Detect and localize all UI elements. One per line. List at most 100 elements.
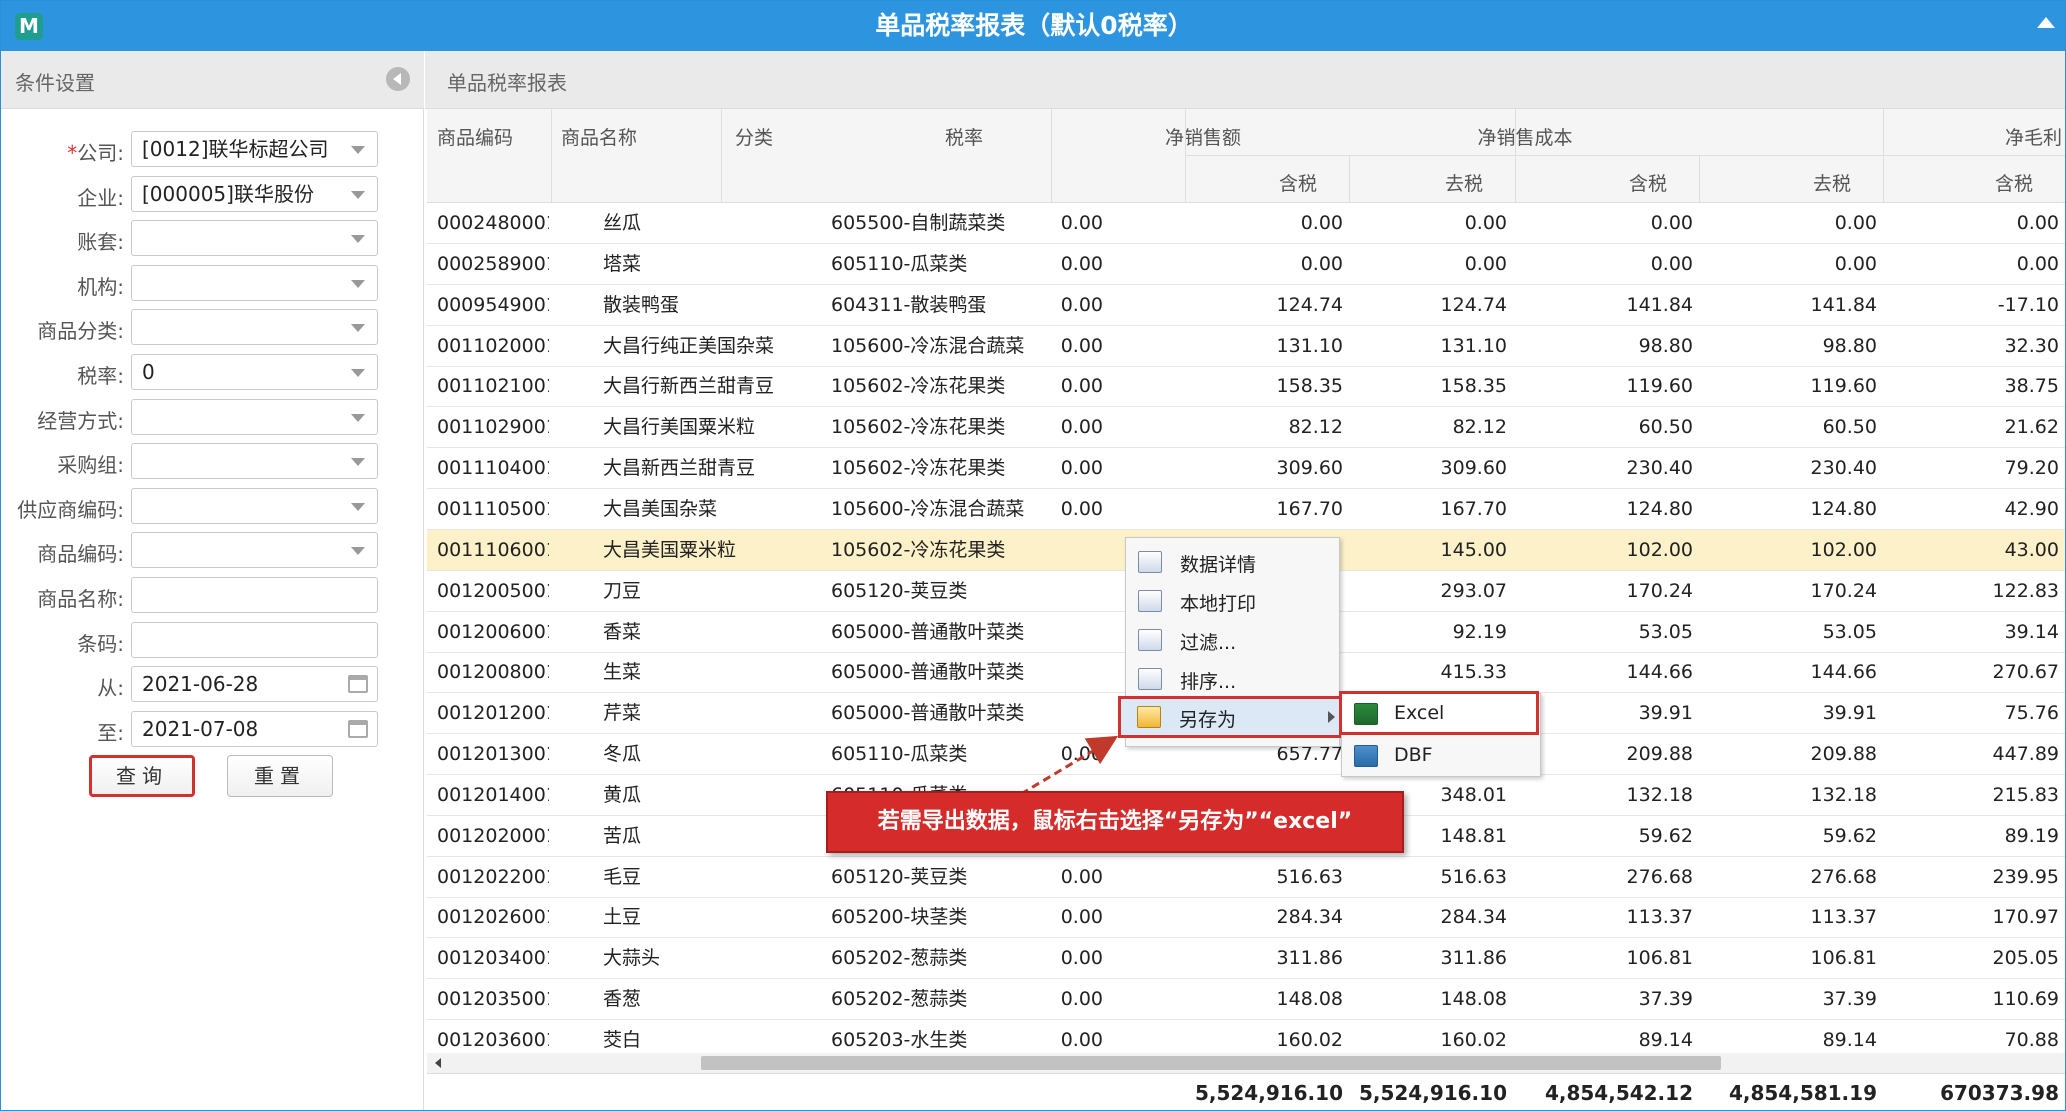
cell-cost-excl: 132.18	[1810, 783, 1877, 806]
select-field[interactable]: 0	[131, 354, 378, 390]
query-button[interactable]: 查询	[89, 755, 195, 797]
menu-item-label: 过滤...	[1180, 632, 1237, 654]
cell-sales-incl: 284.34	[1276, 906, 1343, 929]
submenu-item-excel[interactable]: Excel	[1339, 691, 1539, 735]
table-row[interactable]: 0011020001 大昌行纯正美国杂菜 105600-冷冻混合蔬菜 0.00 131.…	[427, 326, 2065, 367]
select-field[interactable]	[131, 264, 378, 301]
dropdown-arrow-icon[interactable]	[351, 190, 365, 199]
header-sales-incl[interactable]: 含税	[1279, 169, 1317, 196]
dropdown-arrow-icon[interactable]	[351, 146, 365, 154]
grid-header: 商品编码 商品名称 分类 税率 净销售额 净销售成本 净毛利 含税 去税 含税 …	[427, 109, 2065, 203]
filter-icon	[1138, 629, 1162, 651]
menu-item-save-as[interactable]: 另存为	[1118, 696, 1350, 738]
table-row[interactable]: 0012035001 香葱 605202-葱蒜类 0.00 148.08 148.08 37…	[427, 979, 2065, 1021]
select-field[interactable]: [000005]联华股份	[131, 175, 378, 212]
dropdown-arrow-icon[interactable]	[351, 413, 365, 422]
date-field[interactable]: 2021-06-28	[131, 666, 378, 703]
table-row[interactable]: 0011105001 大昌美国杂菜 105600-冷冻混合蔬菜 0.00 167.70 1…	[427, 489, 2065, 530]
cell-cost-excl: 0.00	[1834, 252, 1877, 275]
select-field[interactable]	[131, 443, 378, 480]
table-row[interactable]: 0011104001 大昌新西兰甜青豆 105602-冷冻花果类 0.00 309.60…	[427, 448, 2065, 490]
cell-name: 土豆	[603, 906, 642, 929]
table-row[interactable]: 0012034001 大蒜头 605202-葱蒜类 0.00 311.86 311.86 1…	[427, 938, 2065, 980]
menu-item-printer[interactable]: 本地打印	[1126, 581, 1341, 621]
dropdown-arrow-icon[interactable]	[351, 235, 365, 244]
cell-sales-excl: 92.19	[1452, 620, 1507, 643]
cell-cost-excl: 141.84	[1810, 293, 1877, 316]
date-field[interactable]: 2021-07-08	[131, 710, 378, 747]
menu-item-filter[interactable]: 过滤...	[1126, 620, 1341, 660]
dropdown-arrow-icon[interactable]	[351, 369, 365, 377]
field-label: 条码:	[1, 628, 124, 657]
text-field[interactable]	[131, 577, 378, 613]
cell-sales-excl: 82.12	[1452, 416, 1507, 439]
select-field[interactable]	[131, 532, 378, 569]
menu-item-data-detail[interactable]: 数据详情	[1126, 542, 1341, 582]
cell-code: 0002589001	[437, 252, 549, 275]
cell-code: 0012014001	[437, 783, 549, 806]
cell-cost-excl: 39.91	[1822, 702, 1877, 725]
table-row[interactable]: 0002589001 塔菜 605110-瓜菜类 0.00 0.00 0.00 0.00 0.…	[427, 244, 2065, 285]
header-net-cost-label: 净销售成本	[1477, 127, 1573, 149]
cell-cost-incl: 113.37	[1626, 906, 1693, 929]
data-detail-icon	[1138, 551, 1162, 573]
select-field[interactable]	[131, 309, 378, 346]
cell-tax-rate	[987, 571, 1103, 611]
cell-profit-incl: 43.00	[2004, 538, 2059, 561]
field-value: [0012]联华标超公司	[142, 137, 329, 161]
cell-sales-incl: 311.86	[1276, 947, 1343, 970]
cell-tax-rate: 0.00	[1060, 375, 1103, 398]
calendar-icon[interactable]	[348, 675, 368, 694]
header-category[interactable]: 分类	[735, 123, 773, 150]
cell-code: 0011020001	[437, 334, 549, 357]
header-code[interactable]: 商品编码	[437, 123, 513, 150]
cell-name: 刀豆	[603, 579, 642, 602]
header-name[interactable]: 商品名称	[561, 123, 637, 150]
scrollbar-thumb[interactable]	[701, 1056, 1721, 1070]
scroll-left-icon[interactable]	[435, 1058, 441, 1068]
cell-cost-incl: 170.24	[1626, 579, 1693, 602]
header-sales-excl[interactable]: 去税	[1445, 169, 1483, 196]
reset-button[interactable]: 重置	[227, 755, 333, 797]
header-net-sales-label: 净销售额	[1164, 127, 1241, 149]
field-value: 2021-07-08	[142, 716, 259, 741]
table-row[interactable]: 0011029001 大昌行美国粟米粒 105602-冷冻花果类 0.00 82.12 8…	[427, 407, 2065, 449]
collapse-up-icon[interactable]	[2037, 17, 2055, 28]
dropdown-arrow-icon[interactable]	[351, 547, 365, 556]
dropdown-arrow-icon[interactable]	[351, 279, 365, 288]
select-field[interactable]	[131, 398, 378, 435]
text-field[interactable]	[131, 621, 378, 658]
dropdown-arrow-icon[interactable]	[351, 502, 365, 511]
calendar-icon[interactable]	[348, 719, 368, 738]
table-row[interactable]: 0009549001 散装鸭蛋 604311-散装鸭蛋 0.00 124.74 124.7…	[427, 285, 2065, 326]
select-field[interactable]: [0012]联华标超公司	[131, 131, 378, 167]
cell-name: 生菜	[603, 661, 642, 684]
dropdown-arrow-icon[interactable]	[351, 458, 365, 467]
header-cost-incl[interactable]: 含税	[1629, 169, 1667, 196]
submenu-item-dbf[interactable]: DBF	[1342, 736, 1542, 776]
header-profit-incl[interactable]: 含税	[1995, 169, 2033, 196]
field-value: 0	[142, 360, 155, 384]
header-cost-excl[interactable]: 去税	[1813, 169, 1851, 196]
cell-sales-incl: 516.63	[1276, 865, 1343, 888]
menu-item-sort[interactable]: 排序...	[1126, 659, 1341, 699]
dropdown-arrow-icon[interactable]	[351, 324, 365, 333]
table-row[interactable]: 0012022001 毛豆 605120-荚豆类 0.00 516.63 516.63 27…	[427, 857, 2065, 898]
table-row[interactable]: 0011021001 大昌行新西兰甜青豆 105602-冷冻花果类 0.00 158.3…	[427, 366, 2065, 408]
select-field[interactable]	[131, 220, 378, 257]
header-tax-rate[interactable]: 税率	[945, 123, 983, 150]
collapse-panel-icon[interactable]	[386, 67, 410, 91]
horizontal-scrollbar[interactable]	[427, 1053, 2065, 1073]
table-row[interactable]: 0002480001 丝瓜 605500-自制蔬菜类 0.00 0.00 0.00 0.00…	[427, 203, 2065, 244]
form-row: 供应商编码:	[1, 487, 424, 524]
cell-cost-excl: 98.80	[1822, 334, 1877, 357]
cell-cost-excl: 119.60	[1810, 375, 1877, 398]
header-net-profit[interactable]: 净毛利	[2005, 123, 2062, 150]
cell-code: 0012008001	[437, 661, 549, 684]
form-row: 从: 2021-06-28	[1, 666, 424, 703]
cell-cost-excl: 102.00	[1810, 538, 1877, 561]
select-field[interactable]	[131, 487, 378, 524]
title-bar: M 单品税率报表（默认0税率）	[1, 1, 2065, 51]
table-row[interactable]: 0012026001 土豆 605200-块茎类 0.00 284.34 284.34 11…	[427, 897, 2065, 939]
cell-cost-excl: 53.05	[1822, 620, 1877, 643]
